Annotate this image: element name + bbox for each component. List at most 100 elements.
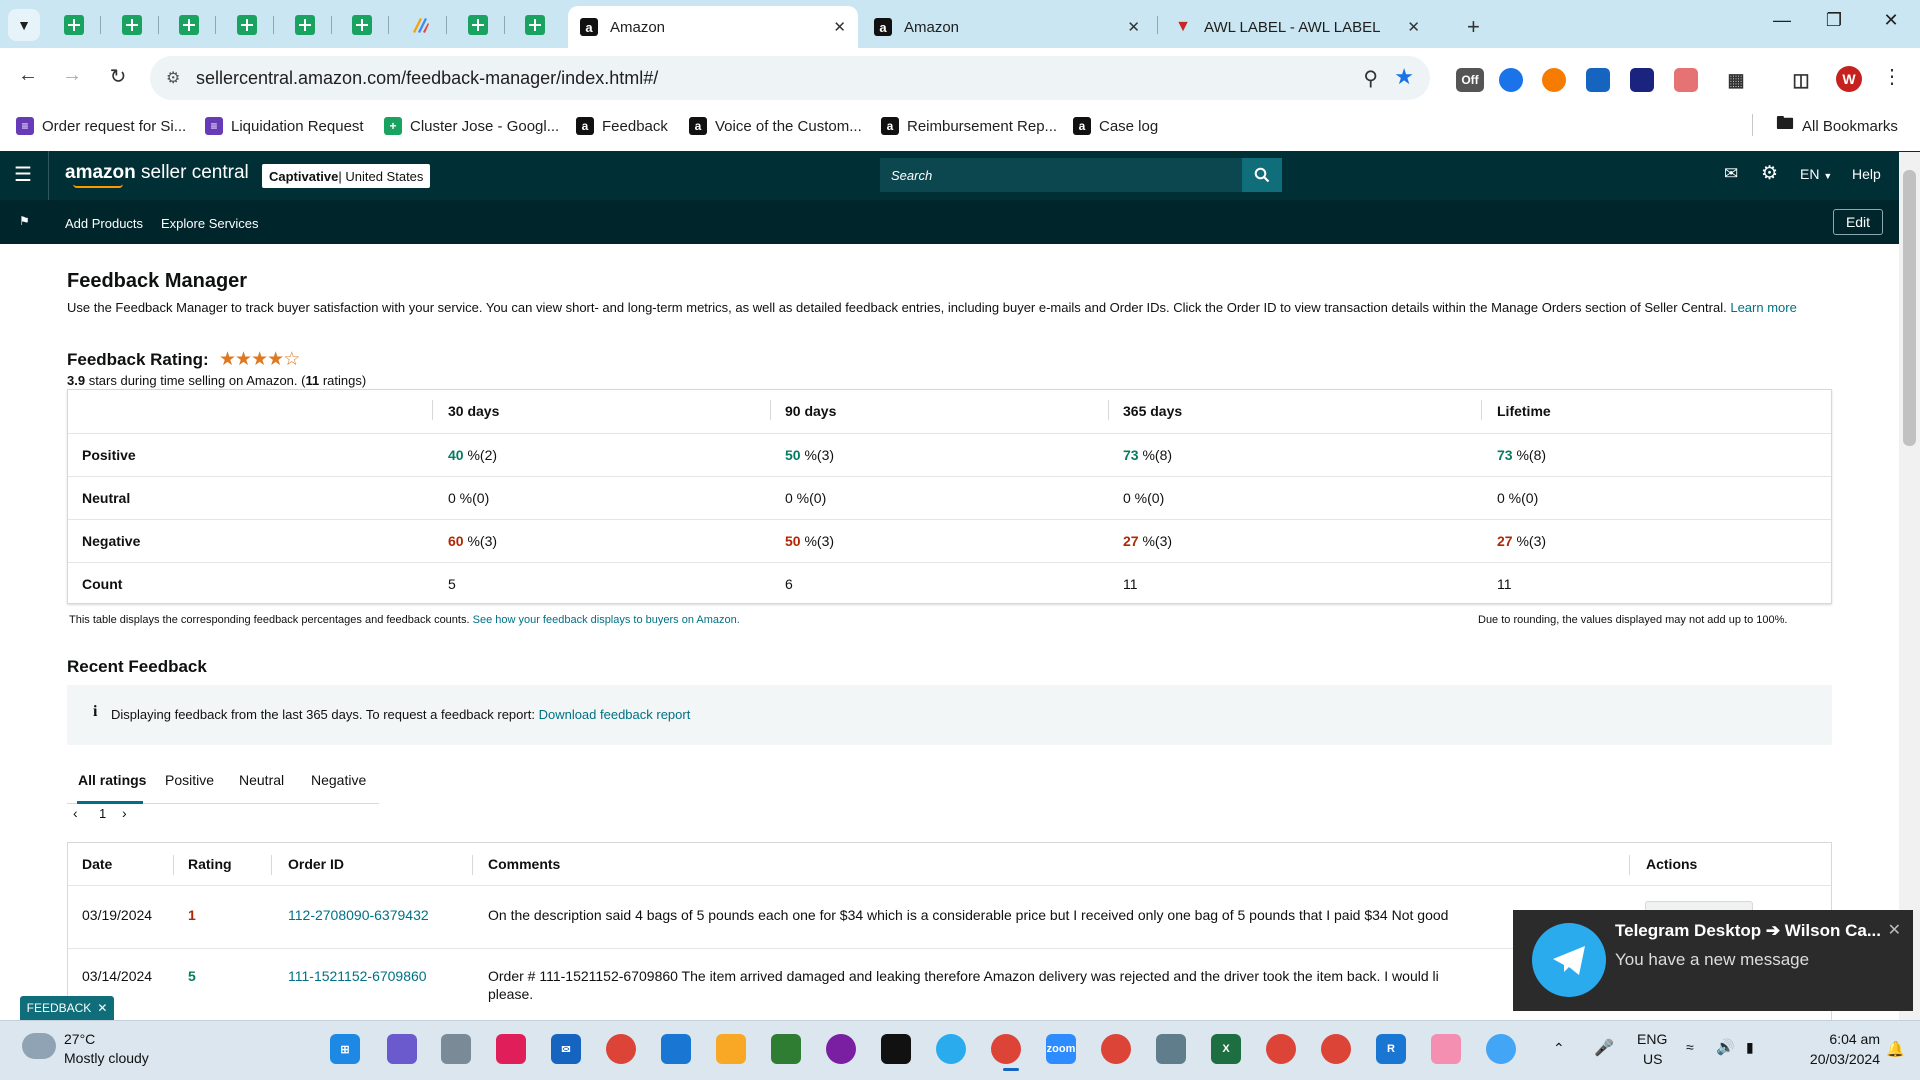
close-icon[interactable]: ✕ [97, 1001, 107, 1015]
pinned-tab-sheets-4[interactable] [235, 13, 259, 37]
r-app-icon[interactable]: R [1376, 1034, 1406, 1064]
notification-bell-icon[interactable]: 🔔 [1886, 1040, 1905, 1058]
paint-icon[interactable] [1486, 1034, 1516, 1064]
volume-icon[interactable]: 🔊 [1716, 1038, 1735, 1056]
wifi-icon[interactable]: ≈ [1686, 1039, 1694, 1055]
search-button[interactable] [1242, 158, 1282, 192]
order-id-link[interactable]: 112-2708090-6379432 [288, 907, 429, 923]
store-switcher[interactable]: Captivative | United States [262, 164, 431, 188]
pinned-tab-sheets-1[interactable] [62, 13, 86, 37]
help-link[interactable]: Help [1852, 166, 1881, 182]
back-icon[interactable]: ← [13, 64, 43, 87]
search-input[interactable] [880, 158, 1242, 192]
excel-icon[interactable]: X [1211, 1034, 1241, 1064]
settings-gear-icon[interactable]: ⚙ [1761, 162, 1778, 185]
all-bookmarks[interactable]: 🖿 All Bookmarks [1776, 113, 1898, 136]
pinned-tab-sheets-8[interactable] [523, 13, 547, 37]
edit-button[interactable]: Edit [1833, 209, 1883, 235]
tab-search-dropdown-icon[interactable]: ▼ [8, 9, 40, 41]
order-id-link[interactable]: 111-1521152-6709860 [288, 968, 427, 984]
extension-grid-icon[interactable] [1630, 68, 1654, 92]
zoom-icon[interactable]: zoom [1046, 1034, 1076, 1064]
file-explorer-icon[interactable] [716, 1034, 746, 1064]
pinned-tab-sheets-3[interactable] [177, 13, 201, 37]
messenger-icon[interactable] [826, 1034, 856, 1064]
url-text[interactable]: sellercentral.amazon.com/feedback-manage… [196, 68, 658, 89]
zoom-icon[interactable]: ⚲ [1363, 66, 1378, 91]
bookmark-item[interactable]: a Reimbursement Rep... [881, 116, 1057, 136]
weather-cloud-icon[interactable] [22, 1033, 56, 1059]
telegram-notification[interactable]: Telegram Desktop ➔ Wilson Ca... You have… [1513, 910, 1913, 1011]
extension-chart-icon[interactable] [1586, 68, 1610, 92]
nav-add-products[interactable]: Add Products [65, 216, 143, 231]
minimize-icon[interactable]: — [1762, 10, 1802, 31]
site-info-icon[interactable]: ⚙ [166, 68, 180, 88]
next-page-icon[interactable]: › [122, 805, 127, 821]
tab-neutral[interactable]: Neutral [239, 772, 284, 788]
extension-off-icon[interactable]: Off [1456, 68, 1484, 92]
tab-positive[interactable]: Positive [165, 772, 214, 788]
pinned-tab-sheets-7[interactable] [466, 13, 490, 37]
bookmark-item[interactable]: a Feedback [576, 116, 668, 136]
side-panel-icon[interactable]: ◫ [1789, 68, 1813, 92]
pinned-tab-sheets-2[interactable] [120, 13, 144, 37]
clock-time[interactable]: 6:04 am [1800, 1031, 1880, 1047]
tab-awl-label[interactable]: ▼ AWL LABEL - AWL LABEL ✕ [1162, 6, 1432, 48]
weather-temp[interactable]: 27°C [64, 1031, 95, 1047]
address-bar[interactable]: ⚙ sellercentral.amazon.com/feedback-mana… [150, 56, 1430, 100]
chrome-profile-icon[interactable] [991, 1034, 1021, 1064]
new-tab-icon[interactable]: + [1467, 14, 1480, 40]
language-selector[interactable]: EN ▼ [1800, 166, 1832, 182]
bookmark-item[interactable]: a Case log [1073, 116, 1158, 136]
chrome-icon[interactable] [606, 1034, 636, 1064]
clock-date[interactable]: 20/03/2024 [1786, 1051, 1880, 1067]
pig-app-icon[interactable] [1431, 1034, 1461, 1064]
slack-icon[interactable] [496, 1034, 526, 1064]
extension-circle-icon[interactable] [1542, 68, 1566, 92]
mail-app-icon[interactable]: ✉ [551, 1034, 581, 1064]
notepad-icon[interactable] [661, 1034, 691, 1064]
tab-amazon-active[interactable]: a Amazon ✕ [568, 6, 858, 48]
language-top[interactable]: ENG [1637, 1031, 1667, 1047]
show-hidden-icons-icon[interactable]: ⌃ [1553, 1040, 1565, 1057]
chrome-profile-3-icon[interactable] [1266, 1034, 1296, 1064]
pinned-tab-workflow[interactable] [408, 13, 432, 37]
mail-icon[interactable]: ✉ [1724, 164, 1738, 184]
pinned-tab-sheets-5[interactable] [293, 13, 317, 37]
download-report-link[interactable]: Download feedback report [539, 707, 691, 722]
scrollbar-thumb[interactable] [1903, 170, 1916, 446]
feedback-widget[interactable]: FEEDBACK ✕ [20, 996, 114, 1020]
close-tab-icon[interactable]: ✕ [1407, 18, 1420, 36]
profile-avatar[interactable]: W [1836, 66, 1862, 92]
start-windows-icon[interactable]: ⊞ [330, 1034, 360, 1064]
weather-desc[interactable]: Mostly cloudy [64, 1050, 149, 1066]
battery-icon[interactable]: ▮ [1746, 1039, 1754, 1056]
task-view-icon[interactable] [441, 1034, 471, 1064]
window-close-icon[interactable]: ✕ [1871, 10, 1911, 31]
bookmark-item[interactable]: ≡ Order request for Si... [16, 116, 186, 136]
extension-soccer-icon[interactable] [1499, 68, 1523, 92]
copilot-icon[interactable] [387, 1034, 417, 1064]
learn-more-link[interactable]: Learn more [1730, 300, 1796, 315]
language-bottom[interactable]: US [1643, 1051, 1662, 1067]
chatgpt-icon[interactable] [881, 1034, 911, 1064]
telegram-taskbar-icon[interactable] [936, 1034, 966, 1064]
table-note-link[interactable]: See how your feedback displays to buyers… [473, 614, 740, 626]
bookmark-icon[interactable]: ⚑ [19, 214, 30, 228]
reload-icon[interactable]: ↻ [103, 64, 133, 89]
restore-icon[interactable]: ❐ [1814, 10, 1854, 31]
meet-icon[interactable] [771, 1034, 801, 1064]
close-tab-icon[interactable]: ✕ [833, 18, 846, 36]
bookmark-item[interactable]: a Voice of the Custom... [689, 116, 862, 136]
tab-amazon[interactable]: a Amazon ✕ [862, 6, 1152, 48]
page-number[interactable]: 1 [99, 806, 106, 821]
chrome-profile-4-icon[interactable] [1321, 1034, 1351, 1064]
hamburger-menu-icon[interactable]: ☰ [14, 162, 32, 187]
forward-icon[interactable]: → [57, 64, 87, 87]
bookmark-star-icon[interactable]: ★ [1394, 64, 1414, 90]
calculator-icon[interactable] [1156, 1034, 1186, 1064]
browser-menu-icon[interactable]: ⋮ [1882, 64, 1902, 89]
chrome-profile-2-icon[interactable] [1101, 1034, 1131, 1064]
bookmark-item[interactable]: ≡ Liquidation Request [205, 116, 364, 136]
nav-explore-services[interactable]: Explore Services [161, 216, 259, 231]
